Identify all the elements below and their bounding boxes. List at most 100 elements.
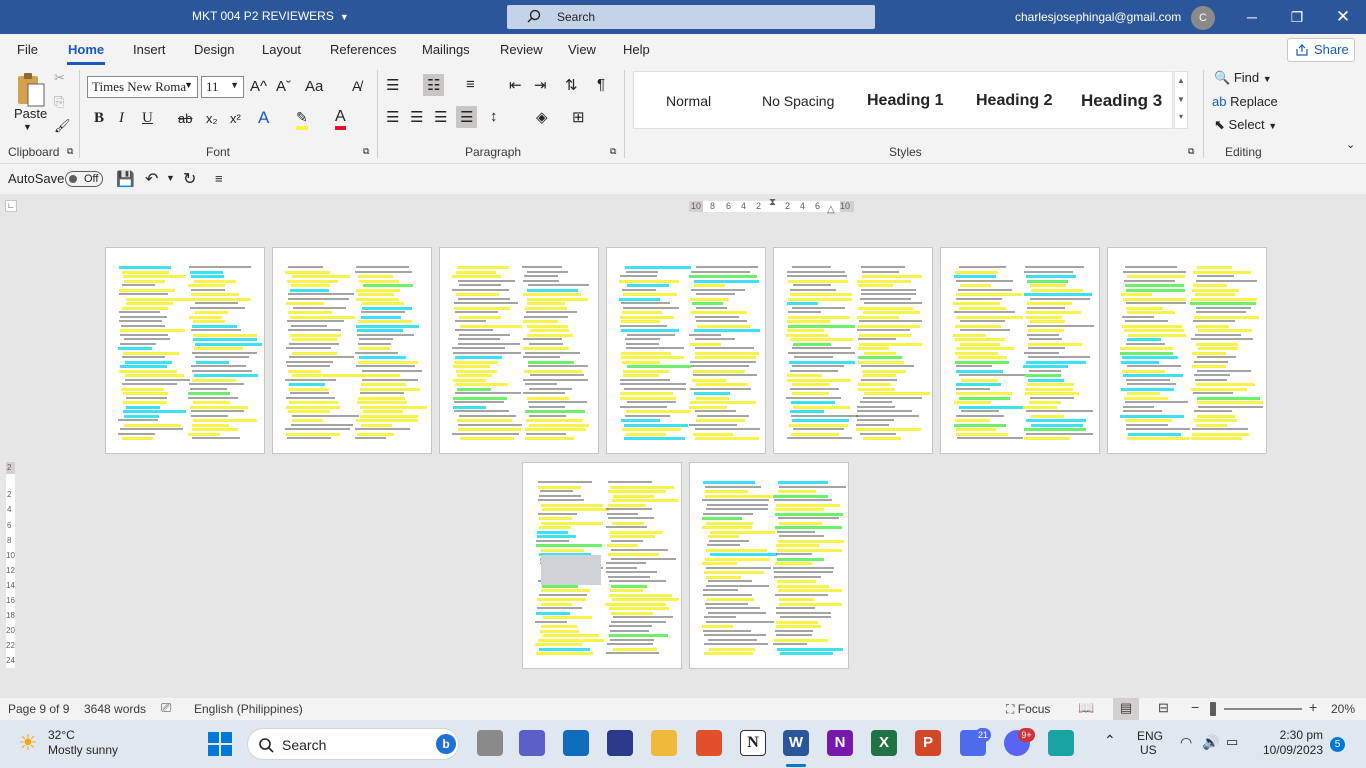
tab-review[interactable]: Review [500,42,543,57]
autosave-toggle[interactable]: Off [65,171,103,187]
app-icon[interactable] [607,730,633,756]
account-email[interactable]: charlesjosephingal@gmail.com [1015,10,1181,24]
paste-button[interactable]: Paste [14,106,47,121]
justify-icon[interactable]: ☰ [456,106,478,128]
right-indent-icon[interactable]: △ [827,204,835,215]
start-icon[interactable] [208,732,232,756]
weather-icon[interactable]: ☀ [18,730,38,756]
horizontal-ruler[interactable]: 10 8 6 4 2 2 4 6 10 ⧗ △ [689,197,854,215]
clock[interactable]: 2:30 pm 10/09/2023 [1260,728,1323,758]
page-thumbnail-7[interactable] [1107,247,1267,454]
dialog-launcher-icon[interactable]: ⧉ [363,146,369,157]
find-button[interactable]: 🔍 Find ▼ [1214,70,1272,86]
tab-file[interactable]: File [17,42,38,57]
styles-scroll[interactable]: ▲ ▼ ▾ [1174,71,1188,129]
superscript-button[interactable]: x² [230,111,241,126]
zoom-in-button[interactable]: + [1309,699,1317,715]
bold-button[interactable]: B [94,110,104,127]
show-formatting-icon[interactable]: ¶ [597,76,605,93]
clear-formatting-icon[interactable]: A̸ [352,78,361,94]
battery-icon[interactable]: ▭ [1226,734,1238,750]
style-heading-2[interactable]: Heading 2 [976,92,1052,110]
style-no-spacing[interactable]: No Spacing [762,93,834,109]
powerpoint-icon[interactable]: P [915,730,941,756]
taskbar-search[interactable]: Search b [247,728,459,760]
cut-icon[interactable]: ✂ [54,70,65,86]
shading-icon[interactable]: ◈ [536,108,548,126]
zoom-slider-thumb[interactable] [1210,702,1216,716]
tab-insert[interactable]: Insert [133,42,166,57]
paste-dropdown-icon[interactable]: ▼ [23,122,32,132]
shrink-font-button[interactable]: Aˇ [276,78,291,95]
chevron-down-icon[interactable]: ▼ [1175,95,1187,104]
style-heading-1[interactable]: Heading 1 [867,92,943,110]
dialog-launcher-icon[interactable]: ⧉ [610,146,616,157]
tab-design[interactable]: Design [194,42,234,57]
print-layout-icon[interactable]: ▤ [1113,698,1139,720]
style-normal[interactable]: Normal [666,93,711,109]
format-painter-icon[interactable]: 🖌 [54,118,71,134]
dialog-launcher-icon[interactable]: ⧉ [67,146,73,157]
language-indicator[interactable]: ENG US [1137,729,1163,757]
notepad-icon[interactable] [1048,730,1074,756]
grow-font-button[interactable]: A^ [250,78,267,95]
notion-icon[interactable]: N [740,730,766,756]
page-thumbnail-6[interactable] [940,247,1100,454]
page-thumbnail-9[interactable] [689,462,849,669]
document-canvas[interactable] [20,220,1366,698]
notification-badge[interactable]: 5 [1330,737,1345,752]
store-icon[interactable] [563,730,589,756]
italic-button[interactable]: I [119,110,124,127]
collapse-ribbon-icon[interactable]: ⌄ [1346,138,1355,151]
weather-widget[interactable]: 32°C Mostly sunny [48,728,118,758]
file-explorer-icon[interactable] [651,730,677,756]
redo-icon[interactable]: ↻ [183,169,196,189]
volume-icon[interactable]: 🔊 [1202,734,1219,751]
tab-help[interactable]: Help [623,42,650,57]
chevron-down-icon[interactable]: ▼ [166,173,175,183]
page-thumbnail-3[interactable] [439,247,599,454]
dialog-launcher-icon[interactable]: ⧉ [1188,146,1194,157]
paste-icon[interactable] [14,72,46,108]
proofing-icon[interactable]: ⎚ [161,700,171,716]
replace-button[interactable]: ab Replace [1212,94,1278,109]
select-button[interactable]: ⬉ Select ▼ [1214,117,1277,133]
vertical-ruler[interactable]: 2 2 4 6 8 10 12 14 16 18 20 22 24 [6,462,15,668]
align-right-icon[interactable]: ☰ [434,108,447,126]
copy-icon[interactable]: ⎘ [54,94,64,110]
multilevel-list-icon[interactable]: ≡ [466,76,475,93]
tab-view[interactable]: View [568,42,596,57]
excel-icon[interactable]: X [871,730,897,756]
share-button[interactable]: Share [1287,38,1355,62]
change-case-button[interactable]: Aa [305,78,323,95]
increase-indent-icon[interactable]: ⇥ [534,76,547,94]
underline-button[interactable]: U [142,110,153,127]
page-count[interactable]: Page 9 of 9 [8,702,69,716]
undo-icon[interactable]: ↶ [145,169,158,189]
teams-meet-icon[interactable] [519,730,545,756]
numbering-icon[interactable]: ☷ [423,74,445,96]
tab-mailings[interactable]: Mailings [422,42,470,57]
chevron-up-icon[interactable]: ⌃ [1104,732,1116,749]
zoom-out-button[interactable]: − [1191,699,1199,715]
tab-references[interactable]: References [330,42,396,57]
page-thumbnail-1[interactable] [105,247,265,454]
search-box[interactable]: Search [507,5,875,29]
font-name-combo[interactable]: Times New Roma ▼ [87,76,198,98]
page-thumbnail-8[interactable] [522,462,682,669]
page-thumbnail-4[interactable] [606,247,766,454]
task-view-icon[interactable] [477,730,503,756]
line-spacing-icon[interactable]: ↕ [490,108,498,125]
language-label[interactable]: English (Philippines) [194,702,303,716]
bing-icon[interactable]: b [436,734,456,754]
close-icon[interactable]: ✕ [1331,6,1355,28]
restore-icon[interactable]: ❐ [1285,6,1309,28]
align-center-icon[interactable]: ☰ [410,108,423,126]
brave-icon[interactable] [696,730,722,756]
read-mode-icon[interactable]: 📖 [1078,700,1094,716]
chevron-up-icon[interactable]: ▲ [1175,76,1187,85]
decrease-indent-icon[interactable]: ⇤ [509,76,522,94]
highlight-color-icon[interactable]: ✎ [296,109,308,130]
minimize-icon[interactable]: ─ [1240,6,1264,28]
save-icon[interactable]: 💾 [116,170,135,188]
